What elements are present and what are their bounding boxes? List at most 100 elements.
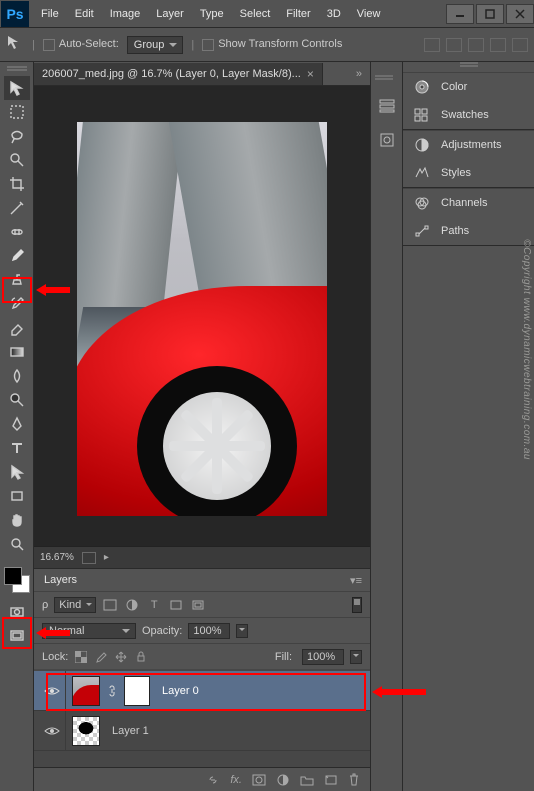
menu-view[interactable]: View <box>349 8 389 20</box>
dodge-tool[interactable] <box>4 388 30 412</box>
styles-panel-row[interactable]: Styles <box>403 159 534 187</box>
crop-tool[interactable] <box>4 172 30 196</box>
menu-select[interactable]: Select <box>232 8 279 20</box>
adjustment-layer-icon[interactable] <box>276 773 290 787</box>
layer-thumbnail[interactable] <box>72 676 100 706</box>
healing-brush-tool[interactable] <box>4 220 30 244</box>
history-brush-tool[interactable] <box>4 292 30 316</box>
type-tool[interactable] <box>4 436 30 460</box>
menu-image[interactable]: Image <box>102 8 149 20</box>
lock-fill-row: Lock: Fill: 100% <box>34 643 370 669</box>
quick-mask-toggle[interactable] <box>4 600 30 624</box>
brush-tool[interactable] <box>4 244 30 268</box>
menu-3d[interactable]: 3D <box>319 8 349 20</box>
document-tab[interactable]: 206007_med.jpg @ 16.7% (Layer 0, Layer M… <box>34 63 323 85</box>
status-menu-arrow[interactable]: ▸ <box>104 552 109 563</box>
auto-select-checkbox[interactable]: Auto-Select: <box>43 38 119 50</box>
channels-panel-row[interactable]: Channels <box>403 189 534 217</box>
app-logo: Ps <box>1 1 29 27</box>
layer-row-0[interactable]: Layer 0 <box>34 671 370 711</box>
blend-mode-dropdown[interactable]: Normal <box>42 623 136 639</box>
layers-panel-tab[interactable]: Layers <box>34 571 87 590</box>
lock-all-icon[interactable] <box>134 650 148 664</box>
filter-pixel-icon[interactable] <box>102 598 118 612</box>
close-tab-icon[interactable]: × <box>307 67 314 81</box>
menu-type[interactable]: Type <box>192 8 232 20</box>
layer-visibility-toggle[interactable] <box>38 711 66 750</box>
panel-label: Styles <box>441 167 471 179</box>
opacity-field[interactable]: 100% <box>188 623 230 639</box>
lock-position-icon[interactable] <box>114 650 128 664</box>
window-maximize-button[interactable] <box>476 4 504 24</box>
document-tab-bar: 206007_med.jpg @ 16.7% (Layer 0, Layer M… <box>34 62 370 86</box>
filter-toggle[interactable] <box>352 597 362 613</box>
properties-panel-icon[interactable] <box>374 126 400 154</box>
foreground-color-swatch[interactable] <box>4 567 22 585</box>
gradient-tool[interactable] <box>4 340 30 364</box>
screen-mode-toggle[interactable] <box>4 624 30 648</box>
foreground-background-colors[interactable] <box>3 566 31 594</box>
menu-filter[interactable]: Filter <box>278 8 318 20</box>
move-tool[interactable] <box>4 76 30 100</box>
filter-kind-dropdown[interactable]: Kind <box>54 597 96 613</box>
adjustments-icon <box>413 136 431 154</box>
link-layers-icon[interactable] <box>206 773 220 787</box>
menu-file[interactable]: File <box>33 8 67 20</box>
new-layer-icon[interactable] <box>324 774 338 786</box>
layer-row-1[interactable]: Layer 1 <box>34 711 370 751</box>
lock-transparent-icon[interactable] <box>74 650 88 664</box>
menu-edit[interactable]: Edit <box>67 8 102 20</box>
lock-label: Lock: <box>42 651 68 663</box>
filter-smart-icon[interactable] <box>190 598 206 612</box>
eyedropper-tool[interactable] <box>4 196 30 220</box>
document-canvas[interactable] <box>77 122 327 516</box>
show-transform-checkbox[interactable]: Show Transform Controls <box>202 38 342 50</box>
paths-panel-row[interactable]: Paths <box>403 217 534 245</box>
document-info-icon[interactable] <box>82 552 96 564</box>
color-panel-row[interactable]: Color <box>403 73 534 101</box>
canvas-area[interactable] <box>34 86 370 546</box>
group-layers-icon[interactable] <box>300 774 314 786</box>
layers-panel-menu-icon[interactable]: ▾≡ <box>342 574 370 587</box>
layer-thumbnail[interactable] <box>72 716 100 746</box>
zoom-level[interactable]: 16.67% <box>40 552 74 563</box>
layer-fx-icon[interactable]: fx. <box>230 774 242 786</box>
eraser-tool[interactable] <box>4 316 30 340</box>
auto-select-target-dropdown[interactable]: Group <box>127 36 184 54</box>
rectangle-tool[interactable] <box>4 484 30 508</box>
filter-type-icon[interactable]: T <box>146 598 162 612</box>
zoom-tool[interactable] <box>4 532 30 556</box>
tab-overflow-button[interactable]: » <box>348 68 370 80</box>
panels-grip[interactable] <box>403 62 534 72</box>
fill-field[interactable]: 100% <box>302 649 344 665</box>
quick-select-tool[interactable] <box>4 148 30 172</box>
layer-mask-icon[interactable] <box>252 774 266 786</box>
delete-layer-icon[interactable] <box>348 773 360 787</box>
lasso-tool[interactable] <box>4 124 30 148</box>
opacity-dropdown-arrow[interactable] <box>236 624 248 638</box>
adjustments-panel-row[interactable]: Adjustments <box>403 131 534 159</box>
window-close-button[interactable] <box>506 4 534 24</box>
layer-name[interactable]: Layer 0 <box>162 685 199 697</box>
filter-shape-icon[interactable] <box>168 598 184 612</box>
history-panel-icon[interactable] <box>374 92 400 120</box>
hand-tool[interactable] <box>4 508 30 532</box>
layer-visibility-toggle[interactable] <box>38 671 66 710</box>
layer-mask-link-icon[interactable] <box>106 684 118 698</box>
menu-layer[interactable]: Layer <box>148 8 192 20</box>
strip-grip[interactable] <box>375 68 399 86</box>
clone-stamp-tool[interactable] <box>4 268 30 292</box>
marquee-tool[interactable] <box>4 100 30 124</box>
blur-tool[interactable] <box>4 364 30 388</box>
window-minimize-button[interactable] <box>446 4 474 24</box>
swatches-panel-row[interactable]: Swatches <box>403 101 534 129</box>
layer-name[interactable]: Layer 1 <box>112 725 149 737</box>
pen-tool[interactable] <box>4 412 30 436</box>
fill-dropdown-arrow[interactable] <box>350 650 362 664</box>
lock-pixels-icon[interactable] <box>94 650 108 664</box>
layer-mask-thumbnail[interactable] <box>124 676 150 706</box>
panel-label: Channels <box>441 197 487 209</box>
tools-grip[interactable] <box>3 66 31 74</box>
path-select-tool[interactable] <box>4 460 30 484</box>
filter-adjust-icon[interactable] <box>124 598 140 612</box>
